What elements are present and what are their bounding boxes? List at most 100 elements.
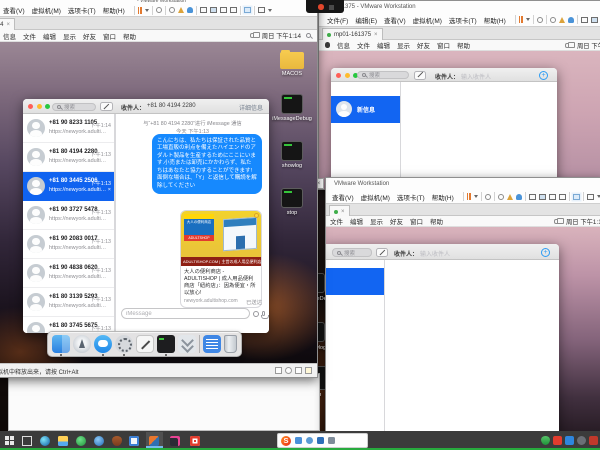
macos-menu-item[interactable]: 窗口 bbox=[410, 216, 423, 226]
task-view-button[interactable] bbox=[22, 436, 32, 446]
macos-menu-item[interactable]: 帮助 bbox=[430, 216, 443, 226]
conversation-row[interactable]: +81 80 4194 2280 下午1:13 https://newyork.… bbox=[23, 143, 114, 172]
thumbnail-view-icon[interactable] bbox=[591, 17, 598, 23]
sogou-logo-icon[interactable]: S bbox=[281, 436, 291, 446]
unity-icon[interactable] bbox=[559, 194, 566, 200]
showlog-icon[interactable] bbox=[281, 141, 303, 161]
vmware-menu-item[interactable]: 虚拟机(M) bbox=[361, 192, 390, 202]
search-input[interactable]: 搜索 bbox=[357, 71, 409, 79]
document-icon[interactable] bbox=[203, 335, 221, 353]
ime-keyboard-icon[interactable] bbox=[317, 437, 324, 444]
macos-folder-icon[interactable] bbox=[280, 52, 304, 69]
zoom-icon[interactable] bbox=[45, 104, 50, 109]
vm2-titlebar[interactable]: 161375 - VMware Workstation bbox=[319, 1, 600, 13]
terminal-icon[interactable] bbox=[157, 335, 175, 353]
vmware-menu-item[interactable]: 虚拟机(M) bbox=[413, 15, 442, 25]
ime-toolbox-icon[interactable] bbox=[328, 437, 335, 444]
vm2-messages-toolbar[interactable]: 搜索 收件人： 输入收件人 + bbox=[331, 68, 557, 82]
green-browser-icon[interactable] bbox=[76, 436, 86, 446]
menubar-clock[interactable]: 周日 下午1:14 bbox=[566, 217, 600, 226]
minimize-icon[interactable] bbox=[345, 73, 350, 78]
vm1-tab[interactable]: 4 × bbox=[0, 18, 15, 30]
emoji-icon[interactable] bbox=[253, 311, 259, 317]
macos-menu-item[interactable]: 显示 bbox=[63, 31, 76, 41]
finder-icon[interactable] bbox=[52, 335, 70, 353]
vm3-messages-toolbar[interactable]: 搜索 收件人： 输入收件人 + bbox=[326, 244, 559, 260]
media-app-icon[interactable] bbox=[170, 436, 180, 446]
console-view-icon[interactable] bbox=[529, 194, 536, 200]
vmware-menu-item[interactable]: 选项卡(T) bbox=[68, 5, 96, 15]
macos-menu-item[interactable]: 窗口 bbox=[103, 31, 116, 41]
red-app-icon[interactable] bbox=[190, 436, 200, 446]
conversation-row-selected[interactable]: 新信息 bbox=[331, 96, 400, 123]
macos-menu-item[interactable]: 好友 bbox=[83, 31, 96, 41]
security-shield-icon[interactable] bbox=[112, 436, 122, 446]
snapshot-user-icon[interactable] bbox=[516, 194, 522, 200]
pause-icon[interactable] bbox=[519, 16, 523, 23]
dropdown-caret-icon[interactable] bbox=[145, 9, 149, 12]
conversation-close-icon[interactable]: × bbox=[108, 188, 111, 194]
snapshot-clock-icon[interactable] bbox=[498, 194, 504, 200]
autofit-icon[interactable] bbox=[485, 194, 491, 200]
snapshot-alert-icon[interactable] bbox=[559, 17, 565, 23]
details-link[interactable]: 详细信息 bbox=[239, 103, 263, 112]
messages-icon[interactable] bbox=[94, 335, 112, 353]
vm3-titlebar[interactable]: VMware Workstation bbox=[326, 178, 600, 190]
launchpad-icon[interactable] bbox=[73, 335, 91, 353]
unity-icon[interactable] bbox=[230, 7, 237, 13]
snapshot-alert-icon[interactable] bbox=[507, 194, 513, 200]
trash-icon[interactable] bbox=[224, 335, 237, 353]
compose-button[interactable] bbox=[414, 71, 426, 80]
vmware-menu-item[interactable]: 选项卡(T) bbox=[397, 192, 425, 202]
menubar-clock[interactable]: 周日 下午1:14 bbox=[577, 41, 600, 50]
vmware-menu-item[interactable]: 查看(V) bbox=[3, 5, 25, 15]
spotlight-icon[interactable] bbox=[306, 33, 311, 38]
vmware-menu-item[interactable]: 虚拟机(M) bbox=[32, 5, 61, 15]
ime-mode-icon[interactable] bbox=[306, 437, 313, 444]
imessagedebug-icon[interactable] bbox=[281, 94, 303, 114]
conversation-row[interactable]: +81 90 2083 0017 下午1:13 https://newyork.… bbox=[23, 230, 114, 259]
vmware-menu-item[interactable]: 查看(V) bbox=[332, 192, 354, 202]
tab-close-icon[interactable]: × bbox=[6, 22, 10, 28]
conversation-row[interactable]: +81 90 4838 0620 下午1:13 https://newyork.… bbox=[23, 259, 114, 288]
downloads-icon[interactable] bbox=[178, 335, 196, 353]
conversation-row[interactable]: +81 90 3727 5478 下午1:13 https://newyork.… bbox=[23, 201, 114, 230]
screen-capture-icon[interactable] bbox=[244, 7, 251, 13]
fullscreen-icon[interactable] bbox=[220, 7, 227, 13]
stop-icon[interactable] bbox=[281, 188, 303, 208]
vm1-messages-toolbar[interactable]: 搜索 收件人： +81 80 4194 2280 详细信息 bbox=[23, 99, 269, 114]
tray-gray-icon[interactable] bbox=[577, 436, 586, 445]
notes-icon[interactable] bbox=[305, 367, 312, 374]
link-preview-card[interactable]: 大人の便利商店 ADULTSHOP ADULTISHOP.COM | 主営の成人… bbox=[180, 210, 262, 308]
edge-browser-icon[interactable] bbox=[40, 436, 50, 446]
vm2-tab[interactable]: mp01-161375 × bbox=[322, 28, 383, 40]
tab-close-icon[interactable]: × bbox=[374, 32, 378, 38]
vmware-menu-item[interactable]: 帮助(H) bbox=[484, 15, 506, 25]
vmware-menu-item[interactable]: 编辑(E) bbox=[355, 15, 377, 25]
tab-close-icon[interactable]: × bbox=[341, 209, 345, 215]
macos-menu-item[interactable]: 好友 bbox=[417, 40, 430, 50]
store-app-icon[interactable] bbox=[129, 436, 139, 446]
imessage-input[interactable] bbox=[121, 308, 250, 319]
tray-blue-icon[interactable] bbox=[565, 436, 574, 445]
conversation-row[interactable]: +81 80 3445 2506 下午1:13 https://newyork.… bbox=[23, 172, 114, 201]
thumbnail-view-icon[interactable] bbox=[210, 7, 217, 13]
tray-red-icon[interactable] bbox=[553, 436, 562, 445]
to-placeholder[interactable]: 输入收件人 bbox=[461, 72, 491, 81]
pause-icon[interactable] bbox=[467, 193, 471, 200]
vmware-menu-item[interactable]: 帮助(H) bbox=[432, 192, 454, 202]
close-icon[interactable] bbox=[28, 104, 33, 109]
fullscreen-icon[interactable] bbox=[549, 194, 556, 200]
file-explorer-icon[interactable] bbox=[58, 436, 68, 446]
search-input[interactable]: 搜索 bbox=[52, 103, 96, 111]
disk-icon[interactable] bbox=[285, 367, 292, 374]
macos-menu-item[interactable]: 编辑 bbox=[377, 40, 390, 50]
macos-menu-item[interactable]: 编辑 bbox=[350, 216, 363, 226]
vmware-menu-item[interactable]: 文件(F) bbox=[327, 15, 348, 25]
console-view-icon[interactable] bbox=[581, 17, 588, 23]
handoff-icon[interactable] bbox=[565, 43, 572, 48]
sogou-input-bar[interactable]: S bbox=[277, 433, 368, 448]
macos-menu-item[interactable]: 信息 bbox=[3, 31, 16, 41]
macos-menu-item[interactable]: 帮助 bbox=[457, 40, 470, 50]
compose-button[interactable] bbox=[100, 102, 113, 111]
